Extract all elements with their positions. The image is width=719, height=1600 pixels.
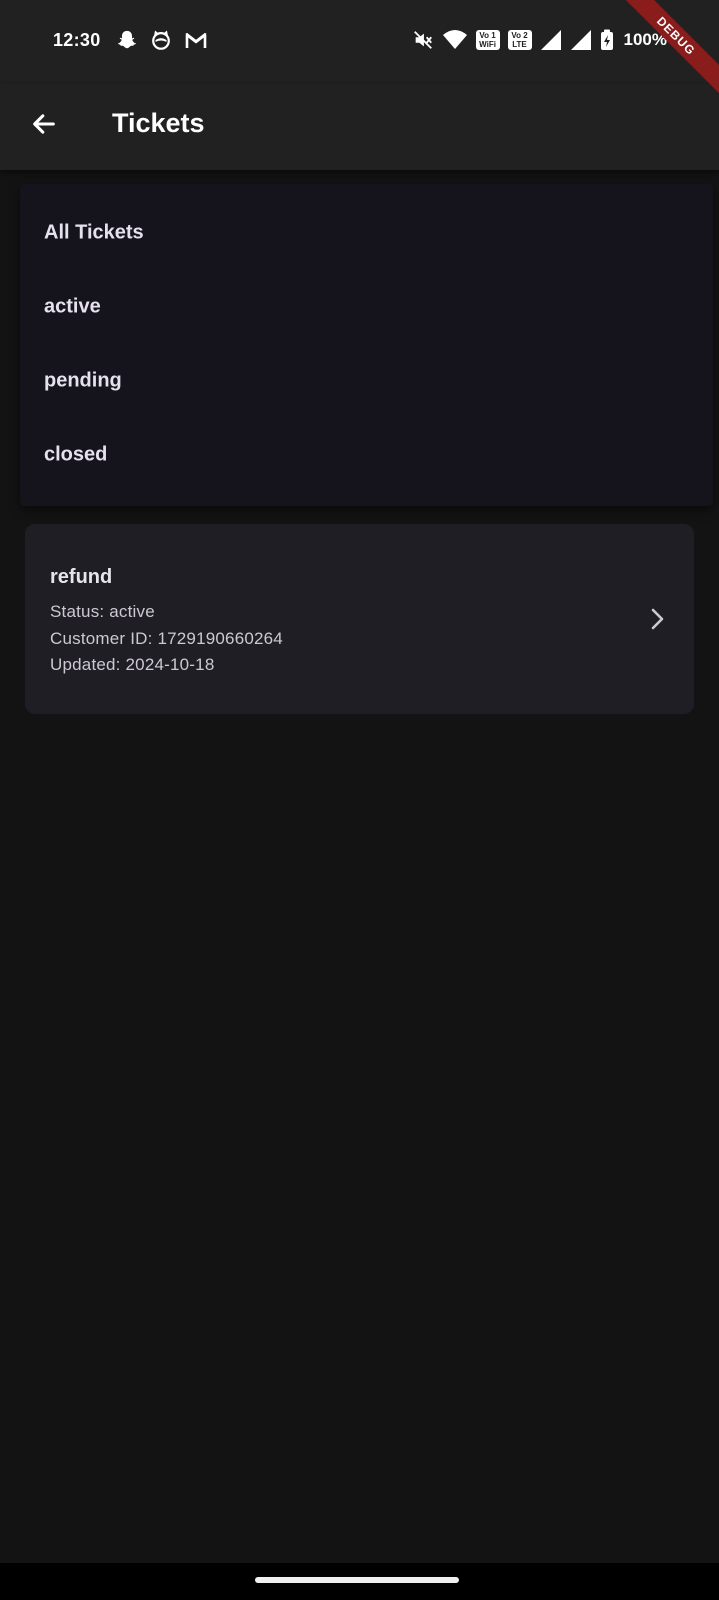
wifi-icon	[442, 29, 468, 51]
home-indicator[interactable]	[255, 1577, 459, 1583]
screen: 12:30 Vo 1 WiFi Vo 2 LTE 100% DEBUG Tick…	[0, 0, 719, 1600]
ticket-customer-id: Customer ID: 1729190660264	[50, 629, 283, 648]
status-time: 12:30	[53, 30, 101, 50]
filter-item-all-tickets[interactable]: All Tickets	[20, 196, 713, 270]
ticket-updated: Updated: 2024-10-18	[50, 655, 215, 674]
arrow-left-icon	[30, 110, 58, 143]
ticket-subject: refund	[50, 566, 113, 588]
chevron-right-icon	[646, 606, 668, 632]
filter-item-pending[interactable]: pending	[20, 344, 713, 418]
ticket-card[interactable]: refund Status: active Customer ID: 17291…	[25, 524, 694, 714]
filter-item-label: active	[44, 295, 101, 318]
battery-charging-icon	[600, 29, 614, 51]
system-icons: Vo 1 WiFi Vo 2 LTE 100%	[412, 29, 667, 51]
filter-item-active[interactable]: active	[20, 270, 713, 344]
status-filter-menu: All Tickets active pending closed	[20, 184, 713, 506]
mute-icon	[412, 29, 434, 51]
cat-face-icon	[150, 29, 172, 51]
page-title: Tickets	[112, 108, 205, 138]
app-bar: Tickets	[0, 84, 719, 170]
ticket-status: Status: active	[50, 602, 155, 621]
system-nav-bar	[0, 1563, 719, 1600]
signal-icon	[540, 29, 562, 51]
notification-icons	[116, 29, 208, 51]
filter-item-label: All Tickets	[44, 221, 144, 244]
back-button[interactable]	[22, 104, 66, 148]
filter-item-closed[interactable]: closed	[20, 418, 713, 492]
snapchat-icon	[116, 29, 138, 51]
filter-item-label: pending	[44, 369, 122, 392]
vowifi-1-badge: Vo 1 WiFi	[475, 30, 500, 50]
filter-item-label: closed	[44, 443, 108, 466]
gmail-icon	[184, 29, 208, 51]
signal-icon	[570, 29, 592, 51]
volte-2-badge: Vo 2 LTE	[507, 30, 532, 50]
status-bar: 12:30 Vo 1 WiFi Vo 2 LTE 100%	[0, 0, 719, 84]
battery-percent: 100%	[623, 30, 667, 49]
